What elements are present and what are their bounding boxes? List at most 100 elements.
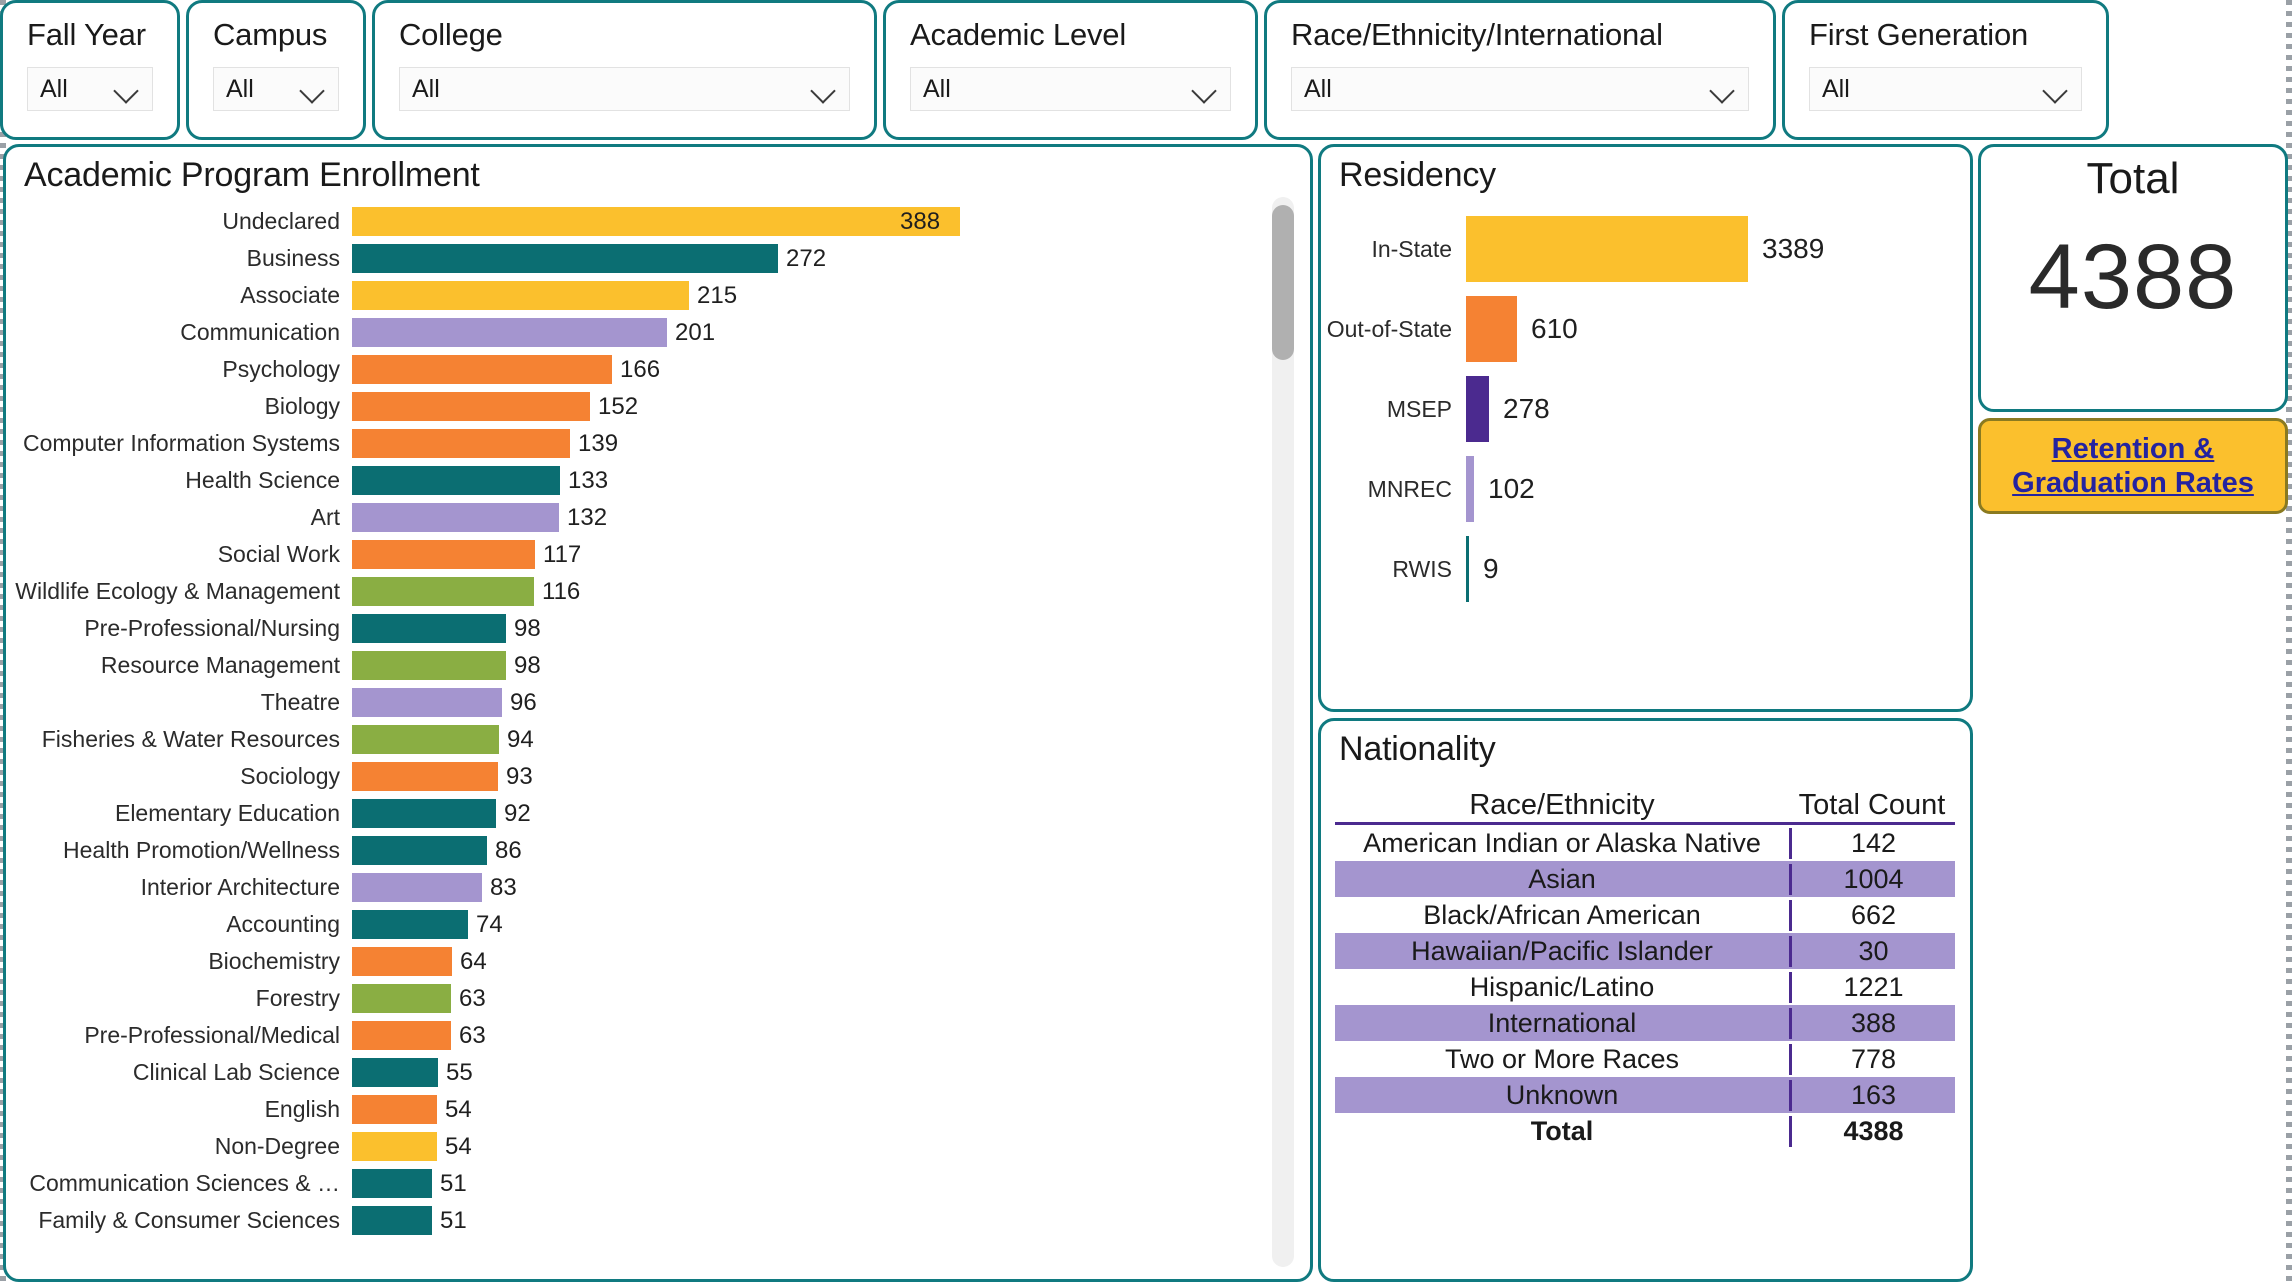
bar-row[interactable]: Undeclared 388: [6, 203, 1276, 240]
bar-row[interactable]: Resource Management 98: [6, 647, 1276, 684]
academic-program-enrollment-scroll-area[interactable]: Undeclared 388 Business 272 Associate 215 Comm…: [6, 203, 1310, 1281]
bar-row[interactable]: Theatre 96: [6, 684, 1276, 721]
filter-dropdown[interactable]: All: [399, 67, 850, 111]
residency-bar[interactable]: [1466, 456, 1474, 522]
bar[interactable]: [352, 984, 451, 1013]
bar-value-label: 116: [542, 577, 581, 605]
bar-row[interactable]: Clinical Lab Science 55: [6, 1054, 1276, 1091]
residency-category-label: RWIS: [1392, 555, 1452, 582]
filter-dropdown[interactable]: All: [1809, 67, 2082, 111]
bar-track: 166: [352, 351, 1276, 388]
bar[interactable]: [352, 836, 487, 865]
filter-selected-value: All: [40, 75, 68, 103]
bar[interactable]: [352, 873, 482, 902]
bar-row[interactable]: Communication Sciences & … 51: [6, 1165, 1276, 1202]
filter-dropdown[interactable]: All: [213, 67, 339, 111]
residency-bars: In-State 3389 Out-of-State 610 MSEP 278 MNREC 1…: [1321, 209, 1970, 709]
bar-row[interactable]: Accounting 74: [6, 906, 1276, 943]
table-row[interactable]: Hispanic/Latino 1221: [1335, 969, 1955, 1005]
table-row[interactable]: Two or More Races 778: [1335, 1041, 1955, 1077]
bar-row[interactable]: Health Science 133: [6, 462, 1276, 499]
bar-row[interactable]: Computer Information Systems 139: [6, 425, 1276, 462]
scrollbar-thumb[interactable]: [1272, 205, 1294, 360]
bar[interactable]: [352, 466, 560, 495]
residency-bar-row[interactable]: MNREC 102: [1321, 449, 1970, 529]
bar[interactable]: [352, 1206, 432, 1235]
bar-row[interactable]: Communication 201: [6, 314, 1276, 351]
bar-row[interactable]: Social Work 117: [6, 536, 1276, 573]
bar-row[interactable]: Business 272: [6, 240, 1276, 277]
bar[interactable]: [352, 1169, 432, 1198]
bar-category-label: Sociology: [240, 763, 340, 789]
race-ethnicity-cell: Two or More Races: [1444, 1043, 1680, 1074]
bar[interactable]: [352, 651, 506, 680]
table-row[interactable]: Unknown 163: [1335, 1077, 1955, 1113]
bar-row[interactable]: Fisheries & Water Resources 94: [6, 721, 1276, 758]
bar[interactable]: [352, 355, 612, 384]
bar[interactable]: [352, 1058, 438, 1087]
bar[interactable]: [352, 540, 535, 569]
bar-row[interactable]: Art 132: [6, 499, 1276, 536]
filter-dropdown[interactable]: All: [910, 67, 1231, 111]
bar[interactable]: [352, 1132, 437, 1161]
filter-card-academic-level: Academic Level All: [883, 0, 1258, 140]
bar[interactable]: [352, 762, 498, 791]
bar-row[interactable]: Interior Architecture 83: [6, 869, 1276, 906]
bar[interactable]: [352, 503, 559, 532]
residency-bar-row[interactable]: MSEP 278: [1321, 369, 1970, 449]
bar[interactable]: [352, 429, 570, 458]
filter-dropdown[interactable]: All: [1291, 67, 1749, 111]
table-row[interactable]: Black/African American 662: [1335, 897, 1955, 933]
bar-row[interactable]: Forestry 63: [6, 980, 1276, 1017]
bar-row[interactable]: Psychology 166: [6, 351, 1276, 388]
bar[interactable]: [352, 688, 502, 717]
residency-bar[interactable]: [1466, 216, 1748, 282]
bar-row[interactable]: Associate 215: [6, 277, 1276, 314]
filter-dropdown[interactable]: All: [27, 67, 153, 111]
residency-bar-row[interactable]: In-State 3389: [1321, 209, 1970, 289]
bar-category-label: Clinical Lab Science: [132, 1059, 340, 1085]
bar-row[interactable]: English 54: [6, 1091, 1276, 1128]
bar-track: 98: [352, 647, 1276, 684]
residency-bar-row[interactable]: RWIS 9: [1321, 529, 1970, 609]
bar[interactable]: [352, 318, 667, 347]
residency-bar[interactable]: [1466, 376, 1489, 442]
bar-row[interactable]: Elementary Education 92: [6, 795, 1276, 832]
bar[interactable]: [352, 947, 452, 976]
bar[interactable]: [352, 910, 468, 939]
bar-row[interactable]: Sociology 93: [6, 758, 1276, 795]
bar-row[interactable]: Wildlife Ecology & Management 116: [6, 573, 1276, 610]
residency-bar[interactable]: [1466, 536, 1469, 602]
bar[interactable]: [352, 725, 499, 754]
bar[interactable]: [352, 799, 496, 828]
bar-row[interactable]: Biochemistry 64: [6, 943, 1276, 980]
bar[interactable]: [352, 577, 534, 606]
nationality-title: Nationality: [1339, 730, 1496, 768]
bar-row[interactable]: Health Promotion/Wellness 86: [6, 832, 1276, 869]
retention-and-graduation-rates-button[interactable]: Retention & Graduation Rates: [1978, 418, 2288, 514]
academic-program-enrollment-scrollbar[interactable]: [1272, 197, 1294, 1267]
bar-value-label: 152: [598, 392, 639, 420]
bar[interactable]: [352, 1021, 451, 1050]
bar[interactable]: [352, 207, 960, 236]
table-row[interactable]: International 388: [1335, 1005, 1955, 1041]
table-row[interactable]: Hawaiian/Pacific Islander 30: [1335, 933, 1955, 969]
total-row-count: 4388: [1789, 1115, 1955, 1147]
bar-row[interactable]: Biology 152: [6, 388, 1276, 425]
bar[interactable]: [352, 392, 590, 421]
bar-row[interactable]: Pre-Professional/Nursing 98: [6, 610, 1276, 647]
nationality-table: Race/Ethnicity Total Count American Indi…: [1335, 773, 1955, 1149]
table-row[interactable]: American Indian or Alaska Native 142: [1335, 825, 1955, 861]
residency-bar[interactable]: [1466, 296, 1517, 362]
bar[interactable]: [352, 1095, 437, 1124]
bar-row[interactable]: Family & Consumer Sciences 51: [6, 1202, 1276, 1239]
bar[interactable]: [352, 244, 778, 273]
bar[interactable]: [352, 281, 689, 310]
total-count-cell: 142: [1789, 827, 1955, 859]
bar-row[interactable]: Non-Degree 54: [6, 1128, 1276, 1165]
bar-row[interactable]: Pre-Professional/Medical 63: [6, 1017, 1276, 1054]
bar-track: 55: [352, 1054, 1276, 1091]
bar[interactable]: [352, 614, 506, 643]
table-row[interactable]: Asian 1004: [1335, 861, 1955, 897]
residency-bar-row[interactable]: Out-of-State 610: [1321, 289, 1970, 369]
